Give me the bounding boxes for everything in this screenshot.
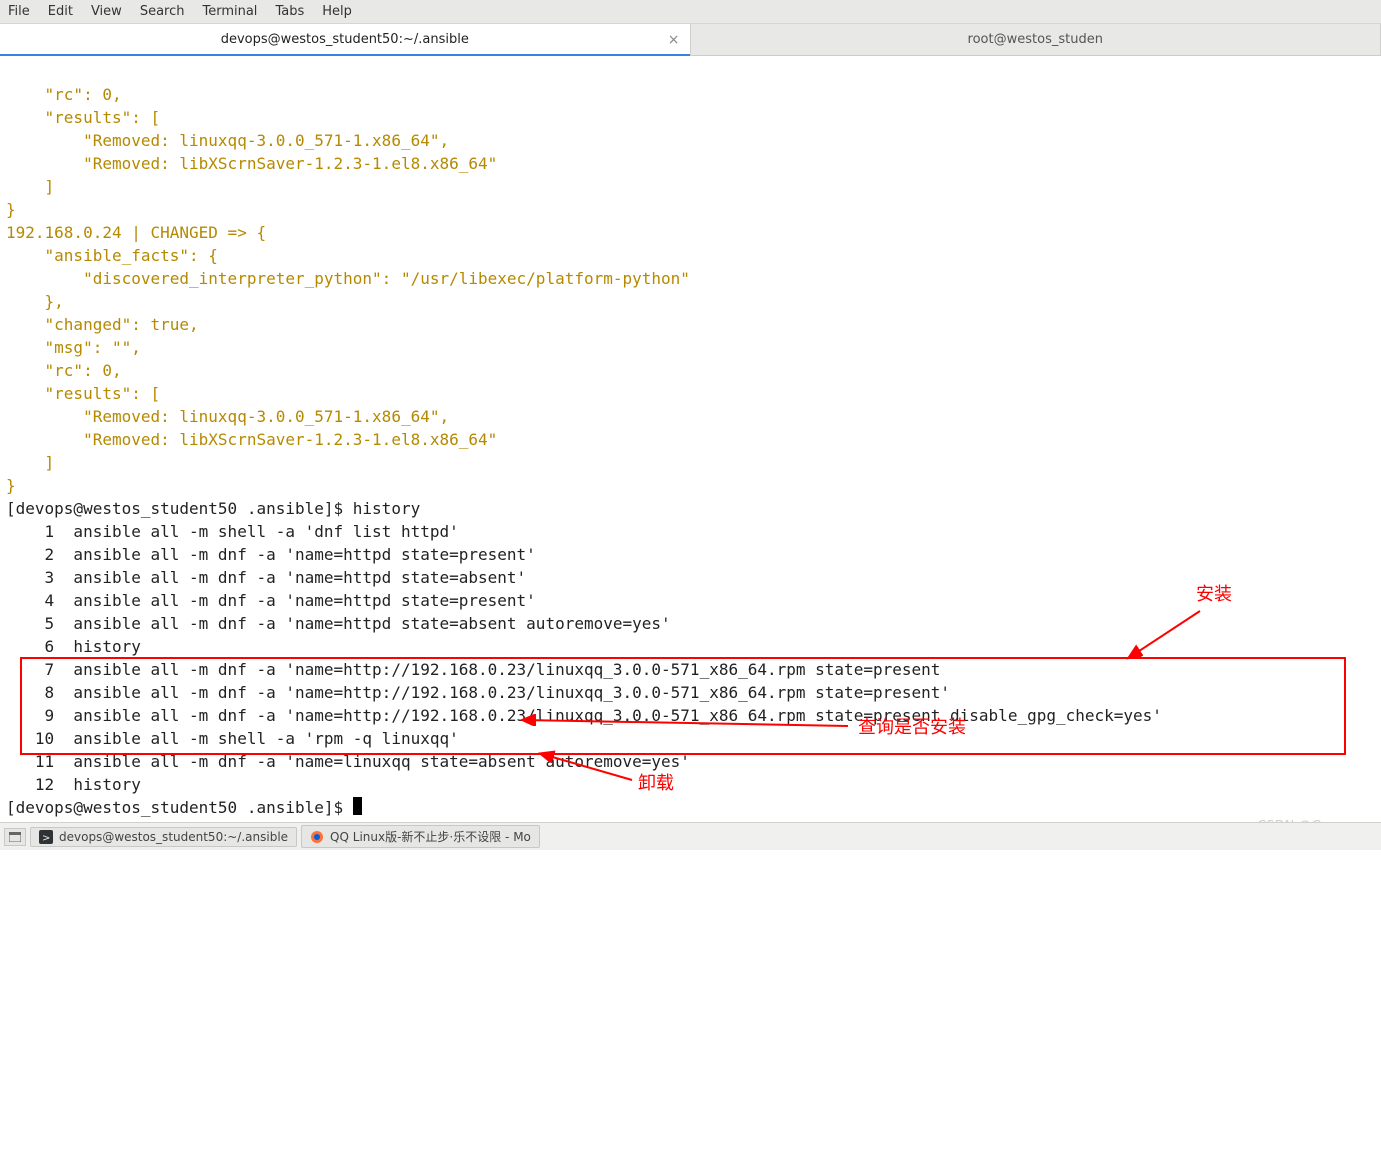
menu-terminal[interactable]: Terminal [202,4,257,19]
menu-search[interactable]: Search [140,4,185,19]
terminal-icon: > [39,830,53,844]
taskbar-terminal[interactable]: > devops@westos_student50:~/.ansible [30,827,297,847]
taskbar-firefox-label: QQ Linux版-新不止步·乐不设限 - Mo [330,828,531,845]
tabbar: devops@westos_student50:~/.ansible × roo… [0,24,1381,56]
svg-text:>: > [42,833,50,844]
tab-active[interactable]: devops@westos_student50:~/.ansible × [0,24,691,55]
cursor [353,797,362,815]
menu-help[interactable]: Help [322,4,352,19]
menubar: File Edit View Search Terminal Tabs Help [0,0,1381,24]
history-output: 1 ansible all -m shell -a 'dnf list http… [6,522,1162,794]
anno-uninstall: 卸载 [638,772,674,795]
tab-active-title: devops@westos_student50:~/.ansible [221,32,469,47]
taskbar: > devops@westos_student50:~/.ansible QQ … [0,822,1381,850]
tab-inactive[interactable]: root@westos_studen [691,24,1381,55]
prompt-history: [devops@westos_student50 .ansible]$ hist… [6,499,420,518]
firefox-icon [310,830,324,844]
anno-install: 安装 [1196,583,1232,606]
tab-inactive-title: root@westos_studen [968,32,1103,47]
close-icon[interactable]: × [668,32,680,48]
terminal[interactable]: "rc": 0, "results": [ "Removed: linuxqq-… [0,56,1381,1166]
menu-view[interactable]: View [91,4,122,19]
arrow-install [1118,605,1208,665]
taskbar-terminal-label: devops@westos_student50:~/.ansible [59,830,288,844]
prompt-current: [devops@westos_student50 .ansible]$ [6,798,353,817]
menu-edit[interactable]: Edit [48,4,73,19]
menu-file[interactable]: File [8,4,30,19]
taskbar-firefox[interactable]: QQ Linux版-新不止步·乐不设限 - Mo [301,825,540,848]
ansible-output: "rc": 0, "results": [ "Removed: linuxqq-… [6,85,690,495]
menu-tabs[interactable]: Tabs [275,4,304,19]
show-desktop-icon[interactable] [4,828,26,846]
